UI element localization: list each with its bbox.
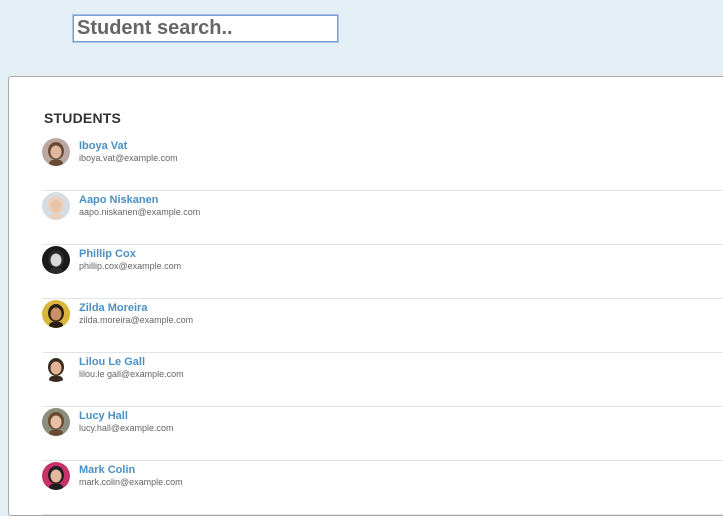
student-name-link[interactable]: Lucy Hall <box>79 410 128 422</box>
avatar[interactable] <box>42 300 70 328</box>
student-row[interactable]: Lucy Hall lucy.hall@example.com <box>42 407 723 461</box>
avatar[interactable] <box>42 138 70 166</box>
student-email: phillip.cox@example.com <box>79 261 182 271</box>
students-panel: STUDENTS Iboya Vat iboya.vat@example.com… <box>8 76 723 516</box>
avatar[interactable] <box>42 462 70 490</box>
student-email: mark.colin@example.com <box>79 477 183 487</box>
student-email: aapo.niskanen@example.com <box>79 207 201 217</box>
student-email: zilda.moreira@example.com <box>79 315 194 325</box>
student-name-link[interactable]: Iboya Vat <box>79 140 127 152</box>
avatar[interactable] <box>42 354 70 382</box>
student-row[interactable]: Lilou Le Gall lilou.le gall@example.com <box>42 353 723 407</box>
student-name-link[interactable]: Aapo Niskanen <box>79 194 158 206</box>
student-row[interactable]: Phillip Cox phillip.cox@example.com <box>42 245 723 299</box>
student-row[interactable]: Zilda Moreira zilda.moreira@example.com <box>42 299 723 353</box>
panel-title: STUDENTS <box>44 110 122 126</box>
avatar[interactable] <box>42 246 70 274</box>
avatar[interactable] <box>42 192 70 220</box>
search-bar <box>73 15 338 42</box>
student-search-input[interactable] <box>73 15 338 42</box>
student-email: lilou.le gall@example.com <box>79 369 184 379</box>
student-name-link[interactable]: Mark Colin <box>79 464 135 476</box>
student-name-link[interactable]: Zilda Moreira <box>79 302 147 314</box>
student-list: Iboya Vat iboya.vat@example.com Aapo Nis… <box>42 137 723 515</box>
student-email: lucy.hall@example.com <box>79 423 174 433</box>
student-name-link[interactable]: Lilou Le Gall <box>79 356 145 368</box>
student-email: iboya.vat@example.com <box>79 153 178 163</box>
student-name-link[interactable]: Phillip Cox <box>79 248 136 260</box>
student-row[interactable]: Iboya Vat iboya.vat@example.com <box>42 137 723 191</box>
student-row[interactable]: Aapo Niskanen aapo.niskanen@example.com <box>42 191 723 245</box>
avatar[interactable] <box>42 408 70 436</box>
student-row[interactable]: Mark Colin mark.colin@example.com <box>42 461 723 515</box>
